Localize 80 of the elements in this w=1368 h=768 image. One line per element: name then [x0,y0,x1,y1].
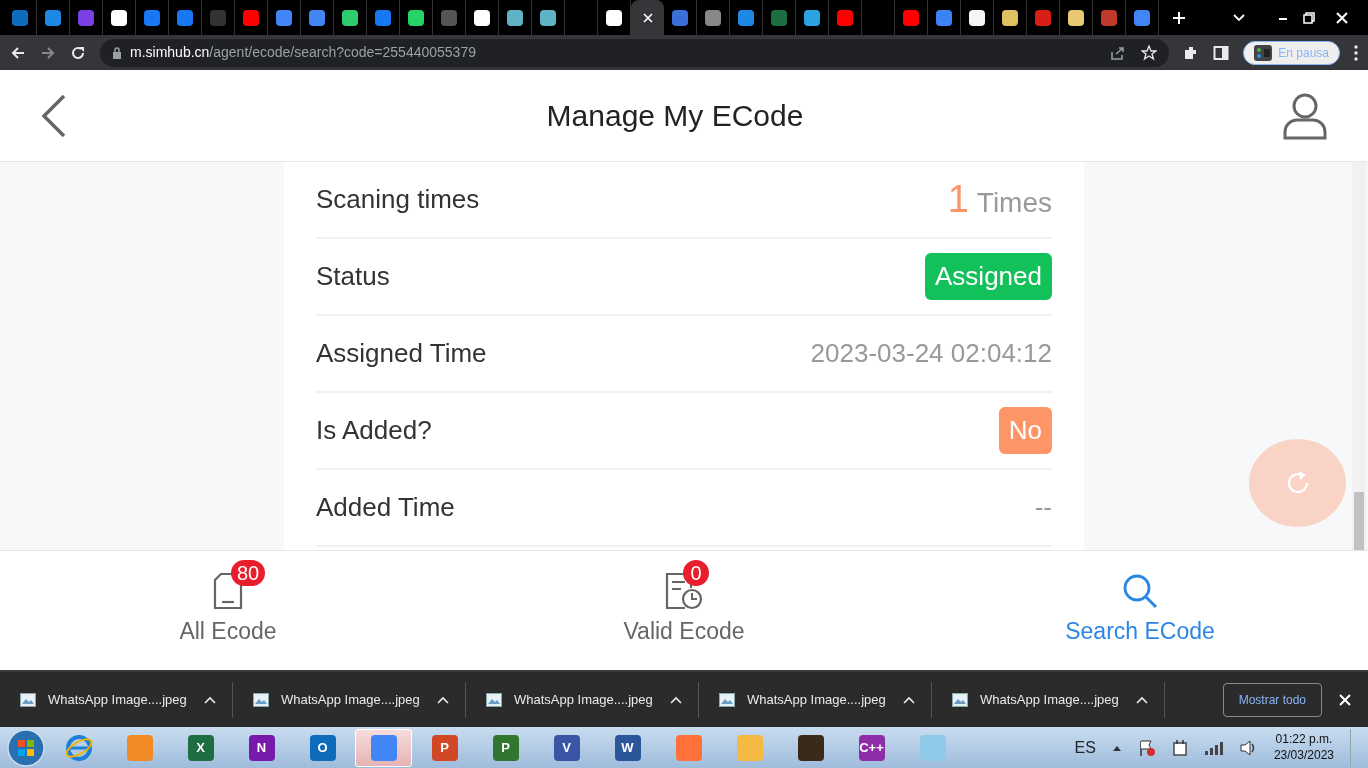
chevron-up-icon[interactable] [1136,696,1148,705]
lock-icon [112,46,122,59]
new-tab-icon[interactable] [1171,9,1187,26]
image-file-icon [719,692,735,707]
share-icon[interactable] [1109,44,1126,61]
tab-favicon[interactable] [1002,9,1018,26]
browser-tab[interactable] [631,0,664,35]
image-file-icon [20,692,36,707]
tab-favicon[interactable] [969,9,985,26]
count-value: 1 [947,177,969,222]
count-badge: 0 [683,560,709,587]
status-tag: Assigned [925,253,1052,300]
forward-icon[interactable] [40,44,56,61]
taskbar-app[interactable]: N [233,728,290,767]
tab-favicon[interactable] [1068,9,1084,26]
close-icon[interactable] [1338,693,1352,708]
url-text: m.simhub.cn/agent/ecode/search?code=255440055379 [130,43,476,62]
status-tag: No [998,407,1052,454]
field-label: Scaning times [316,183,480,216]
avatar-icon [1254,44,1273,61]
tab-favicon[interactable] [474,9,490,26]
field-value: 2023-03-24 02:04:12 [810,337,1052,370]
count-badge: 80 [231,560,266,587]
tab-favicon[interactable] [342,9,358,26]
image-file-icon [486,692,502,707]
show-all-button[interactable]: Mostrar todo [1222,682,1322,717]
nav-tab[interactable]: 0 Valid Ecode [456,551,912,670]
language-indicator[interactable]: ES [1074,735,1096,760]
user-icon[interactable] [1282,91,1328,140]
taskbar-app[interactable]: O [294,728,351,767]
start-button-icon[interactable] [6,727,46,768]
taskbar-app[interactable]: X [172,728,229,767]
flag-icon[interactable] [1137,738,1156,757]
search-icon [1121,572,1159,611]
nav-tab[interactable]: 80 All Ecode [0,551,456,670]
side-panel-icon[interactable] [1213,44,1230,61]
chevron-down-icon[interactable] [1232,12,1246,23]
field-label: Added Time [316,491,455,524]
taskbar-app[interactable]: P [416,728,473,767]
address-bar[interactable]: m.simhub.cn/agent/ecode/search?code=255440055379 [100,38,1170,67]
image-file-icon [253,692,269,707]
more-menu-icon[interactable] [1354,44,1358,61]
unit-text: Times [976,186,1052,220]
download-item[interactable]: WhatsApp Image....jpeg [233,681,466,718]
back-icon[interactable] [10,44,26,61]
taskbar-app[interactable]: V [538,728,595,767]
tab-favicon[interactable] [705,9,721,26]
tab-favicon[interactable] [540,9,556,26]
tab-favicon[interactable] [804,9,820,26]
clock-text[interactable]: 01:22 p.m. 23/03/2023 [1273,731,1334,764]
tab-favicon[interactable] [507,9,523,26]
signal-icon[interactable] [1203,740,1224,755]
close-icon[interactable] [641,11,654,24]
taskbar-app[interactable]: W [599,728,656,767]
field-label: Is Added? [316,414,432,447]
page-title: Manage My ECode [546,98,804,134]
tab-favicon[interactable] [111,9,127,26]
chevron-up-icon[interactable] [204,696,216,705]
tab-favicon[interactable] [408,9,424,26]
download-item[interactable]: WhatsApp Image....jpeg [699,681,932,718]
field-label: Assigned Time [316,337,487,370]
download-item[interactable]: WhatsApp Image....jpeg [466,681,699,718]
field-value: -- [1034,491,1052,524]
scrollbar-thumb[interactable] [1354,492,1364,550]
taskbar-app[interactable]: P [477,728,534,767]
browser-icon[interactable] [63,732,94,763]
chevron-up-icon[interactable] [903,696,915,705]
nav-tab[interactable]: Search ECode [912,551,1368,670]
tab-favicon[interactable] [606,9,622,26]
back-icon[interactable] [40,93,68,138]
image-file-icon [952,692,968,707]
taskbar-app[interactable]: C++ [843,728,900,767]
reload-icon[interactable] [70,44,86,61]
scrollbar[interactable] [1352,162,1366,550]
download-item[interactable]: WhatsApp Image....jpeg [0,681,233,718]
field-label: Status [316,260,390,293]
chevron-up-icon[interactable] [437,696,449,705]
chevron-up-icon[interactable] [670,696,682,705]
download-item[interactable]: WhatsApp Image....jpeg [932,681,1165,718]
star-icon[interactable] [1141,44,1158,61]
